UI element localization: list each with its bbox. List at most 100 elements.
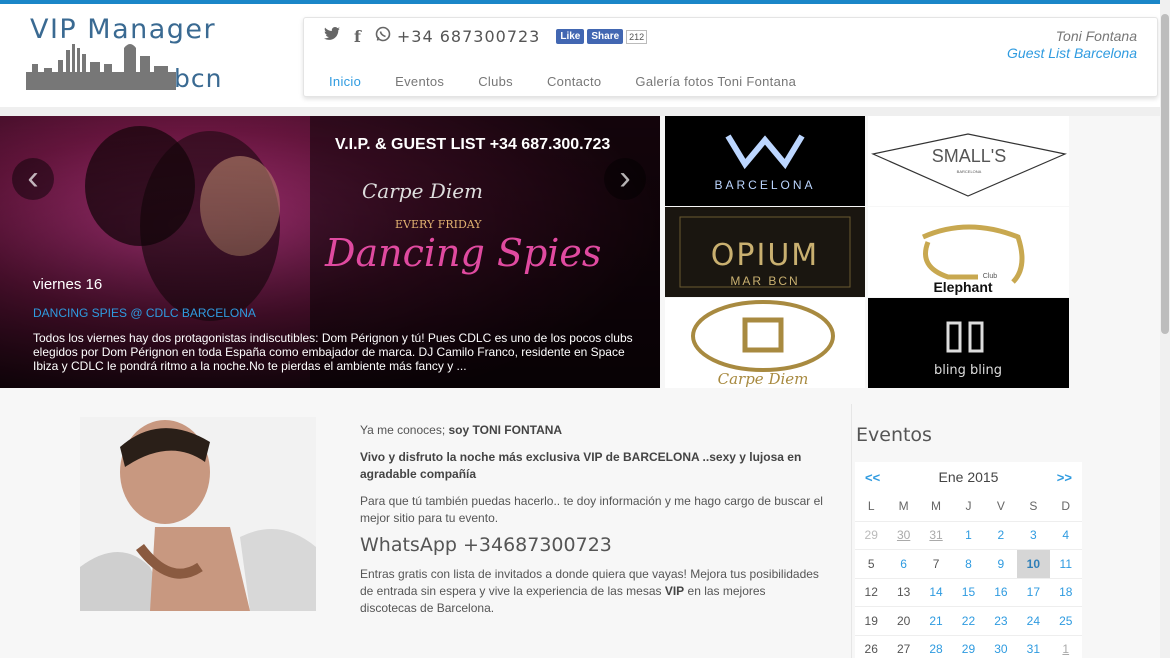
calendar-grid: LMMJVSD 29 30 31 1 2 3 4 5 6 7 8 9 10 11 12 13 14 15 16 17 1…: [855, 492, 1082, 658]
user-name: Toni Fontana: [1055, 28, 1137, 44]
calendar-day: 13: [887, 578, 920, 607]
calendar-day[interactable]: 16: [984, 578, 1018, 607]
calendar-week: 19 20 21 22 23 24 25: [855, 606, 1082, 636]
facebook-like-button[interactable]: Like: [556, 29, 585, 44]
whatsapp-icon[interactable]: [375, 26, 391, 47]
calendar-day[interactable]: 28: [919, 635, 953, 658]
calendar-week: 29 30 31 1 2 3 4: [855, 521, 1082, 550]
nav-panel: f +34 687300723 Like Share 212 Toni Font…: [303, 17, 1158, 97]
slider-next-button[interactable]: ›: [604, 158, 646, 200]
scrollbar-thumb[interactable]: [1161, 14, 1169, 334]
club-opium-label: OPIUM: [711, 238, 819, 273]
calendar-day[interactable]: 14: [919, 578, 953, 607]
calendar-day[interactable]: 4: [1049, 521, 1082, 550]
intro-p4-bold: VIP: [664, 584, 685, 598]
facebook-share-button[interactable]: Share: [587, 29, 624, 44]
calendar-day: 19: [855, 606, 888, 636]
menu-item-clubs[interactable]: Clubs: [478, 74, 513, 89]
calendar-day[interactable]: 24: [1017, 606, 1050, 636]
calendar-day[interactable]: 18: [1049, 578, 1082, 607]
header-divider: [0, 107, 1170, 116]
site-header: VIP Manager bcn f +34 687300723 Like Sha…: [0, 4, 1170, 108]
intro-p1-bold: soy TONI FONTANA: [448, 423, 563, 437]
slide-banner: V.I.P. & GUEST LIST +34 687.300.723: [335, 136, 610, 153]
site-logo[interactable]: VIP Manager bcn: [26, 12, 241, 98]
page-scrollbar[interactable]: [1160, 0, 1170, 658]
user-subtitle[interactable]: Guest List Barcelona: [1007, 45, 1137, 62]
calendar-day[interactable]: 25: [1049, 606, 1082, 636]
events-calendar: << Ene 2015 >> LMMJVSD 29 30 31 1 2 3 4 5 6 7 8 9 10…: [855, 462, 1082, 658]
club-carpe-diem-label: Carpe Diem: [718, 370, 809, 388]
club-opium-sub: MAR BCN: [730, 274, 799, 288]
club-smalls-sub: BARCELONA: [957, 169, 982, 174]
club-carpe-diem[interactable]: Carpe Diem: [665, 298, 865, 388]
menu-item-inicio[interactable]: Inicio: [329, 74, 361, 89]
calendar-weekday: V: [984, 492, 1018, 522]
calendar-day[interactable]: 1: [1049, 635, 1082, 658]
whatsapp-heading: WhatsApp +34687300723: [360, 534, 612, 556]
calendar-day: 10: [1017, 549, 1050, 579]
calendar-day: 26: [855, 635, 888, 658]
skyline-icon: [26, 44, 176, 90]
calendar-day[interactable]: 21: [919, 606, 953, 636]
calendar-weekday: M: [919, 492, 953, 522]
calendar-day[interactable]: 6: [887, 549, 920, 579]
calendar-day[interactable]: 23: [984, 606, 1018, 636]
event-slider[interactable]: V.I.P. & GUEST LIST +34 687.300.723 Carp…: [0, 116, 660, 388]
toni-fontana-photo: [80, 417, 316, 611]
calendar-day[interactable]: 30: [887, 521, 920, 550]
twitter-icon[interactable]: [324, 27, 340, 46]
calendar-day[interactable]: 9: [984, 549, 1018, 579]
calendar-weekday: L: [855, 492, 888, 522]
menu-item-contacto[interactable]: Contacto: [547, 74, 601, 89]
calendar-day[interactable]: 31: [1017, 635, 1050, 658]
club-w-barcelona[interactable]: BARCELONA: [665, 116, 865, 206]
calendar-day[interactable]: 15: [952, 578, 985, 607]
calendar-day[interactable]: 2: [984, 521, 1018, 550]
calendar-day[interactable]: 30: [984, 635, 1018, 658]
calendar-day[interactable]: 1: [952, 521, 985, 550]
slide-title[interactable]: DANCING SPIES @ CDLC BARCELONA: [33, 306, 256, 320]
club-elephant[interactable]: Club Elephant: [868, 207, 1069, 297]
intro-p1-text: Ya me conoces;: [360, 423, 449, 437]
user-info: Toni Fontana Guest List Barcelona: [1007, 28, 1137, 62]
intro-paragraph-1: Ya me conoces; soy TONI FONTANA: [360, 422, 825, 439]
calendar-week: 12 13 14 15 16 17 18: [855, 578, 1082, 607]
club-bling-bling[interactable]: bling bling: [868, 298, 1069, 388]
club-opium[interactable]: OPIUM MAR BCN: [665, 207, 865, 297]
club-smalls[interactable]: SMALL'S BARCELONA: [868, 116, 1069, 206]
calendar-next-button[interactable]: >>: [1057, 470, 1072, 485]
calendar-weekday: S: [1017, 492, 1050, 522]
calendar-month: Ene 2015: [938, 469, 999, 485]
intro-text: Ya me conoces; soy TONI FONTANA Vivo y d…: [360, 422, 825, 627]
calendar-day[interactable]: 22: [952, 606, 985, 636]
slider-prev-button[interactable]: ‹: [12, 158, 54, 200]
facebook-icon[interactable]: f: [354, 27, 361, 46]
calendar-day: 7: [919, 549, 953, 579]
calendar-week: 5 6 7 8 9 10 11: [855, 549, 1082, 579]
calendar-day[interactable]: 8: [952, 549, 985, 579]
calendar-day: 12: [855, 578, 888, 607]
calendar-body: 29 30 31 1 2 3 4 5 6 7 8 9 10 11 12 13 14 15 16 17 18 19 20 21 2…: [855, 521, 1082, 658]
slide-tag: EVERY FRIDAY: [395, 218, 482, 231]
calendar-day: 20: [887, 606, 920, 636]
calendar-weekday: J: [952, 492, 985, 522]
calendar-weekdays: LMMJVSD: [855, 492, 1082, 522]
club-bling-label: bling bling: [934, 363, 1002, 378]
calendar-day[interactable]: 17: [1017, 578, 1050, 607]
facebook-share-label: Share: [591, 31, 620, 42]
social-bar: f +34 687300723 Like Share 212: [324, 26, 648, 47]
slide-script: Dancing Spies: [324, 231, 601, 275]
calendar-day: 27: [887, 635, 920, 658]
calendar-day[interactable]: 11: [1049, 549, 1082, 579]
phone-number[interactable]: +34 687300723: [397, 27, 540, 46]
calendar-day[interactable]: 3: [1017, 521, 1050, 550]
calendar-day[interactable]: 29: [952, 635, 985, 658]
calendar-prev-button[interactable]: <<: [865, 470, 880, 485]
menu-item-galeria[interactable]: Galería fotos Toni Fontana: [635, 74, 796, 89]
intro-paragraph-4: Entras gratis con lista de invitados a d…: [360, 566, 825, 617]
facebook-like-label: Like: [560, 31, 581, 42]
menu-item-eventos[interactable]: Eventos: [395, 74, 444, 89]
calendar-day[interactable]: 31: [919, 521, 953, 550]
slide-club-logo: Carpe Diem: [362, 179, 483, 203]
